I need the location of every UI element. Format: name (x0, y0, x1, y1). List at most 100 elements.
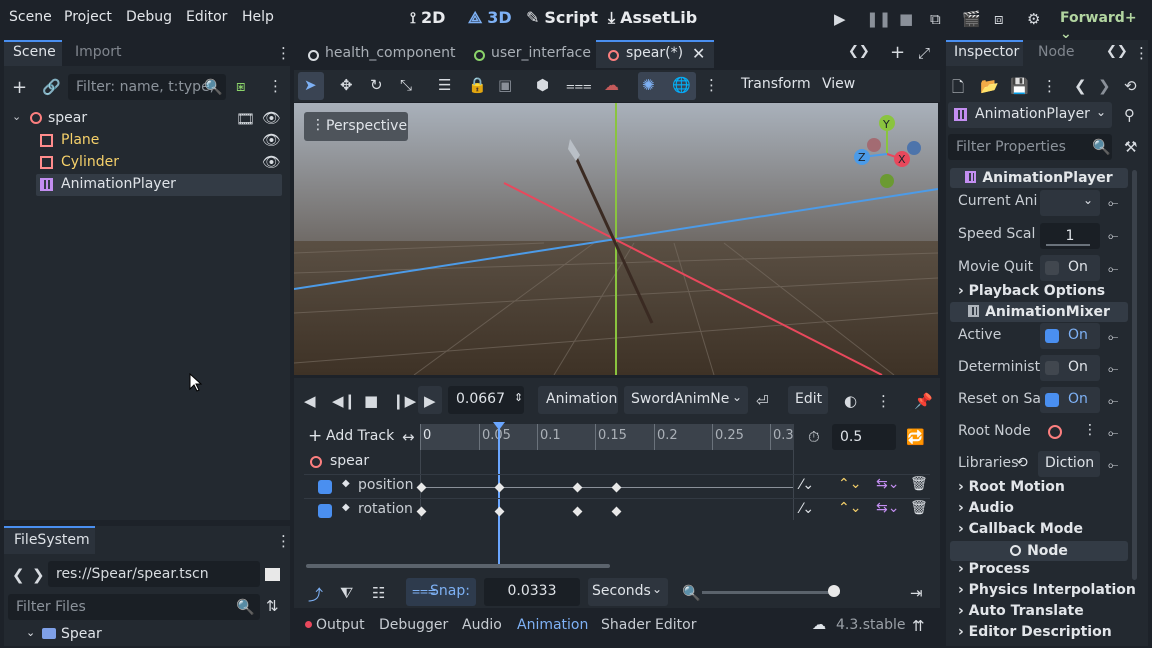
node-info-icon[interactable]: ⚲ (1124, 106, 1135, 124)
tab-audio[interactable]: Audio (462, 617, 502, 633)
workspace-script[interactable]: ✎ Script (526, 8, 598, 27)
menu-help[interactable]: Help (242, 9, 274, 25)
root-node-value[interactable] (1048, 425, 1062, 439)
save-icon[interactable]: 💾 (1010, 77, 1029, 95)
snap-value-field[interactable]: 0.0333 (484, 578, 580, 606)
category-audio[interactable]: › Audio (958, 500, 1014, 516)
reset-key-icon[interactable]: ⟜ (1108, 262, 1118, 277)
root-node-menu-icon[interactable]: ⋮ (1083, 422, 1097, 438)
keyframe[interactable] (494, 506, 505, 517)
speed-slider[interactable] (1046, 244, 1090, 246)
lock-icon[interactable]: 🔒 (468, 76, 487, 94)
update-mode-icon[interactable]: ⌃⌄ (838, 476, 861, 492)
trash-icon[interactable]: 🗑 (910, 500, 928, 516)
track-row[interactable]: ◆ position ⁄⌄ ⌃⌄ ⇆⌄ 🗑 (304, 474, 930, 498)
new-tab-icon[interactable]: + (890, 42, 905, 63)
scene-tab[interactable]: health_component (302, 45, 462, 67)
play-icon[interactable]: ▶ (834, 10, 846, 28)
timeline-ruler[interactable]: 0 0.05 0.1 0.15 0.2 0.25 0.3 (420, 424, 794, 450)
scene-tab-active[interactable]: spear(*) ✕ (596, 40, 714, 68)
movie-maker-icon[interactable]: ⚙ (1027, 10, 1040, 28)
move-tool-icon[interactable]: ✥ (340, 76, 353, 94)
autoplay-icon[interactable]: ⏎ (756, 392, 769, 410)
transform-menu[interactable]: Transform (741, 76, 811, 92)
category-auto-translate[interactable]: › Auto Translate (958, 603, 1084, 619)
play-from-start-icon[interactable]: ▶ (424, 392, 436, 410)
tree-item-plane[interactable]: Plane 👁 (4, 130, 290, 152)
horizontal-scrollbar[interactable] (306, 564, 610, 568)
play-scene-icon[interactable]: 🎬 (962, 10, 981, 28)
renderer-select[interactable]: Forward+ ⌄ (1060, 10, 1152, 42)
pin-icon[interactable]: 📌 (914, 392, 933, 410)
menu-editor[interactable]: Editor (186, 9, 227, 25)
length-field[interactable]: 0.5 (832, 424, 896, 450)
add-node-icon[interactable]: + (12, 77, 27, 98)
loop-wrap-icon[interactable]: ⇆⌄ (876, 500, 899, 516)
snap-toggle[interactable]: ⩶ Snap: (406, 578, 476, 606)
movie-quit-checkbox[interactable] (1045, 261, 1059, 275)
back-icon[interactable]: ❮ (1074, 77, 1087, 95)
visibility-icon[interactable]: 👁 (262, 109, 281, 127)
play-backward-icon[interactable]: ◀❙ (332, 392, 356, 410)
back-icon[interactable]: ❮ (12, 566, 25, 584)
select-tool-icon[interactable]: ➤ (304, 76, 317, 94)
split-mode-icon[interactable] (265, 568, 280, 581)
scene-tab[interactable]: user_interface (470, 45, 591, 67)
instance-scene-icon[interactable]: 🔗 (42, 78, 61, 96)
category-physics-interpolation[interactable]: › Physics Interpolation (958, 582, 1136, 598)
edit-button[interactable]: Edit (788, 386, 828, 414)
scene-options-icon[interactable]: ⋮ (268, 77, 283, 95)
add-track-button[interactable]: + Add Track (304, 424, 414, 448)
keyframe[interactable] (572, 506, 583, 517)
tree-item-animationplayer[interactable]: AnimationPlayer (36, 174, 282, 196)
scroll-left-icon[interactable]: ❮❯ (848, 44, 870, 59)
tools-icon[interactable]: ⚒ (1124, 138, 1137, 156)
more-options-icon[interactable]: ⋮ (704, 76, 719, 94)
track-row[interactable]: ◆ rotation ⁄⌄ ⌃⌄ ⇆⌄ 🗑 (304, 498, 930, 522)
more-options-icon[interactable]: ⋮ (876, 392, 891, 410)
options-icon[interactable]: ⋮ (1042, 77, 1057, 95)
track-enabled-checkbox[interactable] (318, 480, 332, 494)
keyframe[interactable] (416, 482, 427, 493)
loop-wrap-icon[interactable]: ⇆⌄ (876, 476, 899, 492)
environment-icon[interactable]: 🌐 (672, 76, 691, 94)
sort-icon[interactable]: ⇅ (266, 597, 279, 615)
reset-key-icon[interactable]: ⟜ (1108, 196, 1118, 211)
spinner-icon[interactable]: ⇕ (514, 391, 523, 404)
file-filter-input[interactable]: Filter Files (8, 594, 260, 620)
fit-icon[interactable]: ⇥ (910, 584, 923, 602)
open-icon[interactable]: 📂 (980, 77, 999, 95)
active-checkbox[interactable] (1045, 329, 1059, 343)
menu-scene[interactable]: Scene (9, 9, 52, 25)
attach-script-icon[interactable]: ⧆ (236, 77, 246, 95)
forward-icon[interactable]: ❯ (32, 566, 45, 584)
workspace-2d[interactable]: ⟟ 2D (410, 8, 445, 28)
keyframe[interactable] (572, 482, 583, 493)
category-root-motion[interactable]: › Root Motion (958, 479, 1065, 495)
dock-menu-icon[interactable]: ⋮ (1134, 44, 1149, 62)
play-custom-icon[interactable]: ⧈ (994, 10, 1004, 28)
workspace-3d[interactable]: ⟁ 3D (468, 8, 512, 28)
category-editor-description[interactable]: › Editor Description (958, 624, 1112, 640)
3d-viewport[interactable]: ⋮ Perspective Y X Z (294, 103, 938, 375)
filter-icon[interactable]: ⧨ (340, 584, 353, 602)
zoom-slider[interactable] (702, 591, 840, 594)
reset-key-icon[interactable]: ⟜ (1108, 362, 1118, 377)
expand-panel-icon[interactable]: ⇈ (912, 617, 925, 635)
path-field[interactable]: res://Spear/spear.tscn (48, 561, 260, 587)
chevron-down-icon[interactable]: ⌄ (26, 626, 35, 639)
snap-icon[interactable]: ⩶ (566, 76, 592, 94)
category-callback-mode[interactable]: › Callback Mode (958, 521, 1083, 537)
scroll-tabs-icon[interactable]: ❮❯ (1106, 44, 1128, 59)
current-animation-select[interactable]: ⌄ (1040, 190, 1100, 216)
reset-key-icon[interactable]: ⟜ (1108, 229, 1118, 244)
folder-item[interactable]: Spear (61, 626, 102, 642)
tab-animation[interactable]: Animation (517, 617, 588, 633)
tree-item-cylinder[interactable]: Cylinder 👁 (4, 152, 290, 174)
rotate-tool-icon[interactable]: ↻ (370, 76, 383, 94)
view-menu[interactable]: View (822, 76, 855, 92)
dock-menu-icon[interactable]: ⋮ (276, 44, 291, 62)
perspective-menu[interactable]: ⋮ Perspective (304, 112, 408, 141)
animation-tracks-icon[interactable]: 🎞 (236, 110, 255, 128)
chevron-down-icon[interactable]: ⌄ (12, 110, 21, 123)
